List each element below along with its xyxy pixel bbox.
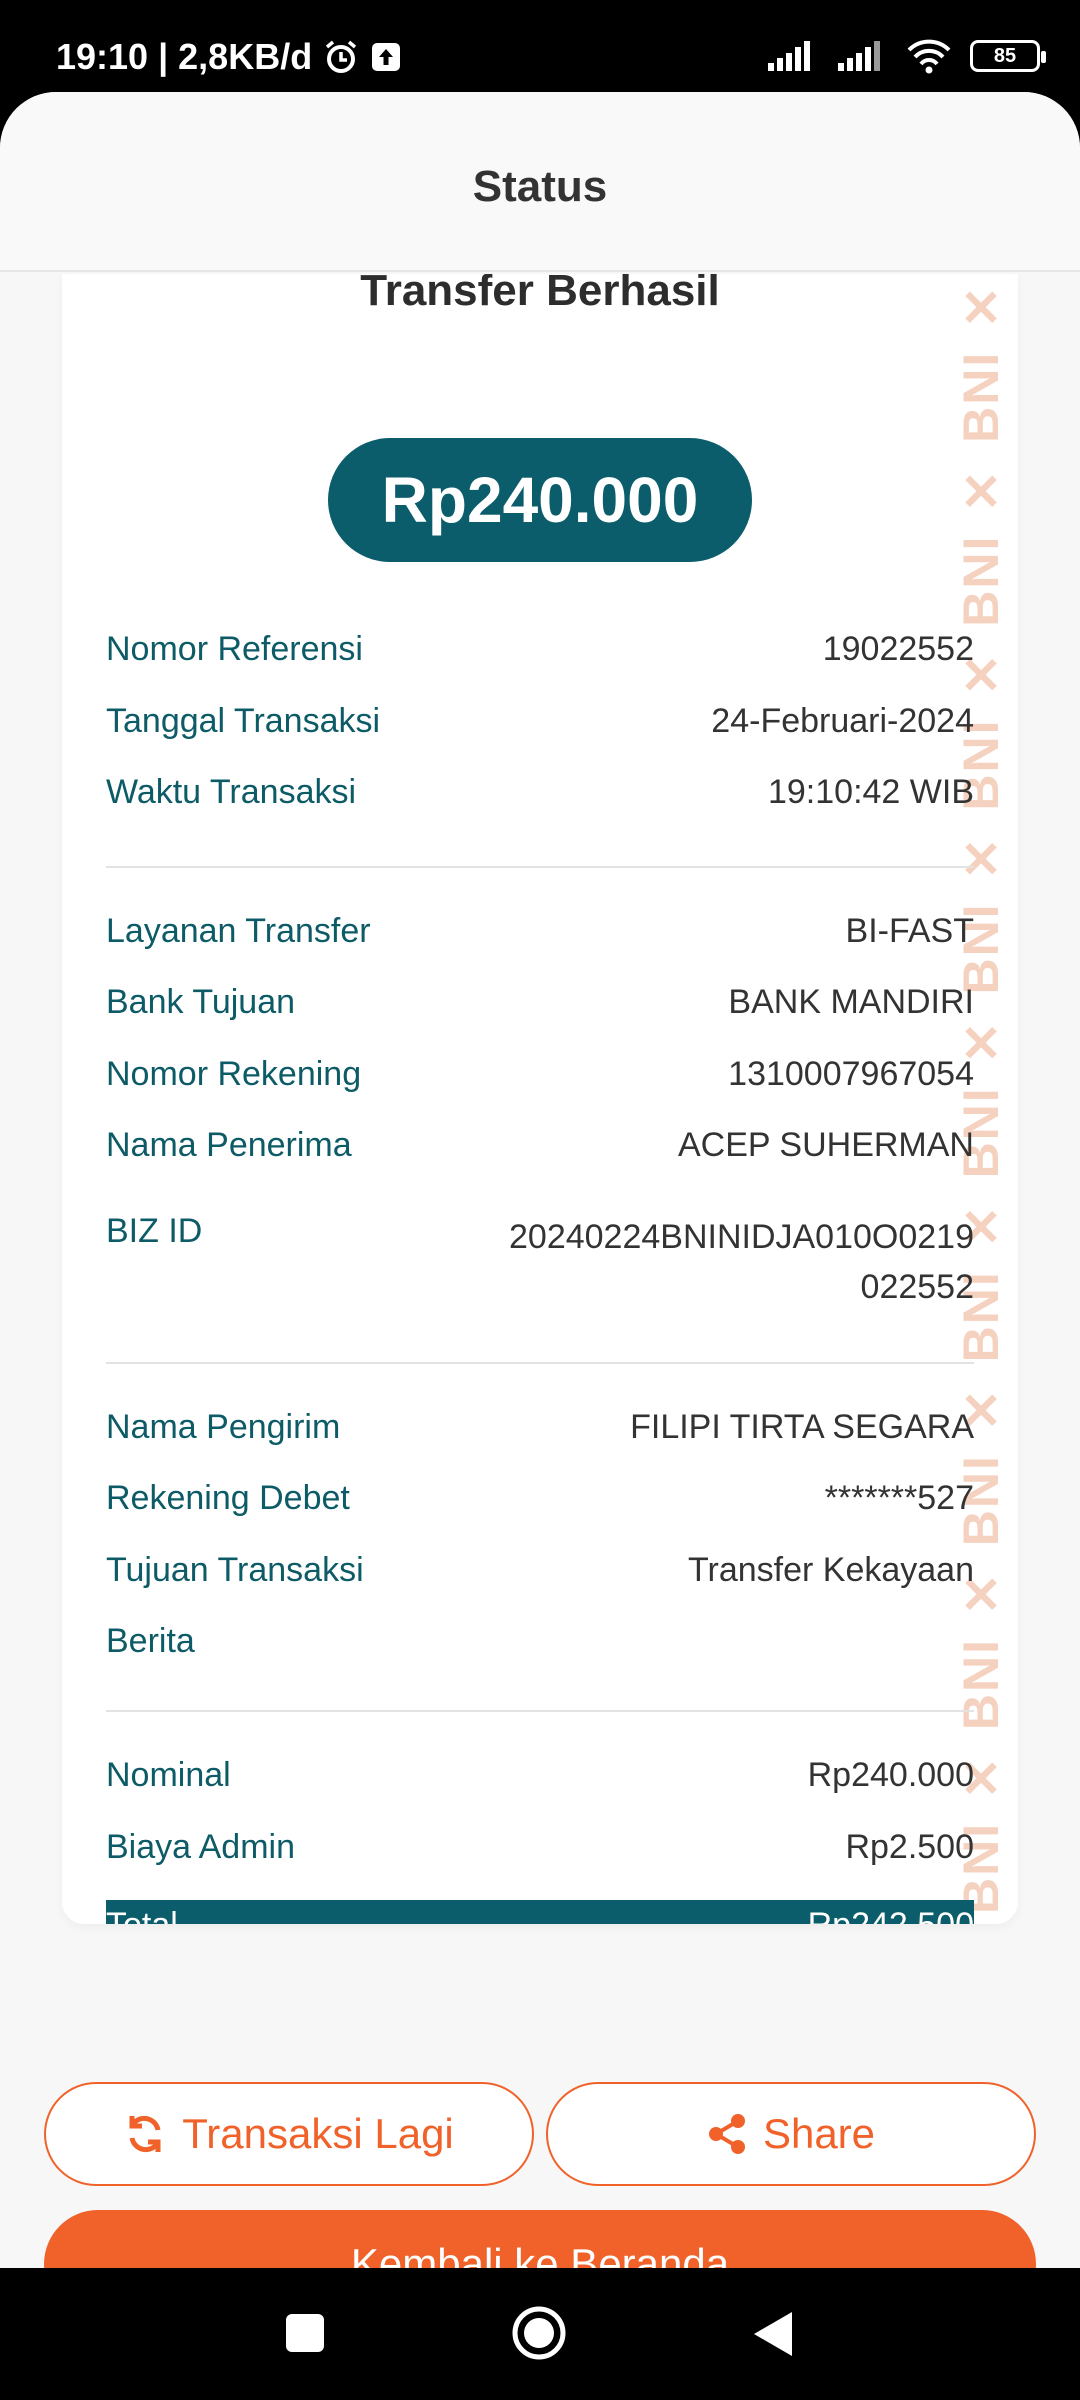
value-biz-id: 20240224BNINIDJA010O0219022552 — [509, 1218, 974, 1306]
back-button[interactable] — [752, 2310, 794, 2358]
label-nama-penerima: Nama Penerima — [106, 1126, 352, 1164]
receipt-card: BNI ✕ BNI ✕ BNI ✕ BNI ✕ BNI ✕ BNI ✕ BNI … — [62, 274, 1018, 1924]
recents-button[interactable] — [284, 2312, 326, 2354]
value-nominal: Rp240.000 — [807, 1756, 974, 1794]
divider — [106, 866, 974, 868]
page-title: Status — [472, 162, 608, 211]
row-tanggal-transaksi: Tanggal Transaksi 24-Februari-2024 — [106, 702, 974, 741]
value-total: Rp242.500 — [808, 1906, 974, 1925]
row-nama-penerima: Nama Penerima ACEP SUHERMAN — [106, 1126, 974, 1165]
row-nominal: Nominal Rp240.000 — [106, 1756, 974, 1795]
watermark-text: BNI ✕ BNI ✕ BNI ✕ BNI ✕ BNI ✕ BNI ✕ BNI … — [953, 274, 1002, 1914]
row-nama-pengirim: Nama Pengirim FILIPI TIRTA SEGARA — [106, 1408, 974, 1447]
page-header: Status — [0, 92, 1080, 272]
status-bar-right: 85 — [766, 38, 1046, 74]
label-biz-id: BIZ ID — [106, 1212, 203, 1250]
row-nomor-referensi: Nomor Referensi 19022552 — [106, 630, 974, 669]
signal-2-icon — [836, 39, 888, 73]
value-nama-pengirim: FILIPI TIRTA SEGARA — [630, 1408, 974, 1446]
label-nominal: Nominal — [106, 1756, 231, 1794]
value-biaya-admin: Rp2.500 — [845, 1828, 974, 1866]
total-row: Total Rp242.500 — [106, 1900, 974, 1924]
share-icon — [707, 2113, 747, 2155]
alarm-icon — [322, 38, 360, 76]
label-waktu-transaksi: Waktu Transaksi — [106, 773, 357, 811]
label-total: Total — [106, 1906, 178, 1925]
transaksi-lagi-label: Transaksi Lagi — [182, 2110, 454, 2157]
home-button[interactable] — [510, 2304, 568, 2362]
app-sheet: Status BNI ✕ BNI ✕ BNI ✕ BNI ✕ BNI ✕ BNI… — [0, 92, 1080, 2268]
success-title: Transfer Berhasil — [360, 274, 720, 315]
row-layanan-transfer: Layanan Transfer BI-FAST — [106, 912, 974, 951]
share-button[interactable]: Share — [546, 2082, 1036, 2186]
transaksi-lagi-button[interactable]: Transaksi Lagi — [44, 2082, 534, 2186]
label-tujuan-transaksi: Tujuan Transaksi — [106, 1551, 364, 1589]
wifi-icon — [906, 38, 952, 74]
signal-icon — [766, 39, 818, 73]
upload-notification-icon — [370, 41, 402, 73]
label-layanan-transfer: Layanan Transfer — [106, 912, 371, 950]
value-layanan-transfer: BI-FAST — [845, 912, 974, 950]
label-nama-pengirim: Nama Pengirim — [106, 1408, 341, 1446]
status-time-info: 19:10 | 2,8KB/d — [56, 36, 313, 77]
label-bank-tujuan: Bank Tujuan — [106, 983, 296, 1021]
row-waktu-transaksi: Waktu Transaksi 19:10:42 WIB — [106, 773, 974, 812]
label-nomor-rekening: Nomor Rekening — [106, 1055, 362, 1093]
value-tujuan-transaksi: Transfer Kekayaan — [688, 1551, 974, 1589]
label-biaya-admin: Biaya Admin — [106, 1828, 295, 1866]
amount-pill: Rp240.000 — [328, 438, 752, 562]
value-nomor-rekening: 1310007967054 — [728, 1055, 974, 1093]
row-rekening-debet: Rekening Debet *******527 — [106, 1479, 974, 1518]
row-berita: Berita — [106, 1622, 974, 1661]
value-rekening-debet: *******527 — [824, 1479, 974, 1517]
battery-indicator: 85 — [970, 40, 1046, 72]
value-tanggal-transaksi: 24-Februari-2024 — [711, 702, 974, 740]
status-bar-left: 19:10 | 2,8KB/d — [56, 36, 402, 78]
divider — [106, 1710, 974, 1712]
label-nomor-referensi: Nomor Referensi — [106, 630, 363, 668]
bni-watermark: BNI ✕ BNI ✕ BNI ✕ BNI ✕ BNI ✕ BNI ✕ BNI … — [952, 274, 1002, 1914]
refresh-icon — [124, 2113, 166, 2155]
value-bank-tujuan: BANK MANDIRI — [728, 983, 974, 1021]
label-rekening-debet: Rekening Debet — [106, 1479, 350, 1517]
row-tujuan-transaksi: Tujuan Transaksi Transfer Kekayaan — [106, 1551, 974, 1590]
label-berita: Berita — [106, 1622, 195, 1660]
label-tanggal-transaksi: Tanggal Transaksi — [106, 702, 381, 740]
system-nav-bar — [0, 2268, 1080, 2400]
value-waktu-transaksi: 19:10:42 WIB — [767, 773, 974, 811]
kembali-ke-beranda-button[interactable]: Kembali ke Beranda — [44, 2210, 1036, 2268]
row-biz-id: BIZ ID 20240224BNINIDJA010O0219022552 — [106, 1212, 974, 1312]
row-nomor-rekening: Nomor Rekening 1310007967054 — [106, 1055, 974, 1094]
divider — [106, 1362, 974, 1364]
row-biaya-admin: Biaya Admin Rp2.500 — [106, 1828, 974, 1867]
row-bank-tujuan: Bank Tujuan BANK MANDIRI — [106, 983, 974, 1022]
value-nomor-referensi: 19022552 — [822, 630, 974, 668]
share-label: Share — [762, 2110, 876, 2157]
value-nama-penerima: ACEP SUHERMAN — [678, 1126, 974, 1164]
